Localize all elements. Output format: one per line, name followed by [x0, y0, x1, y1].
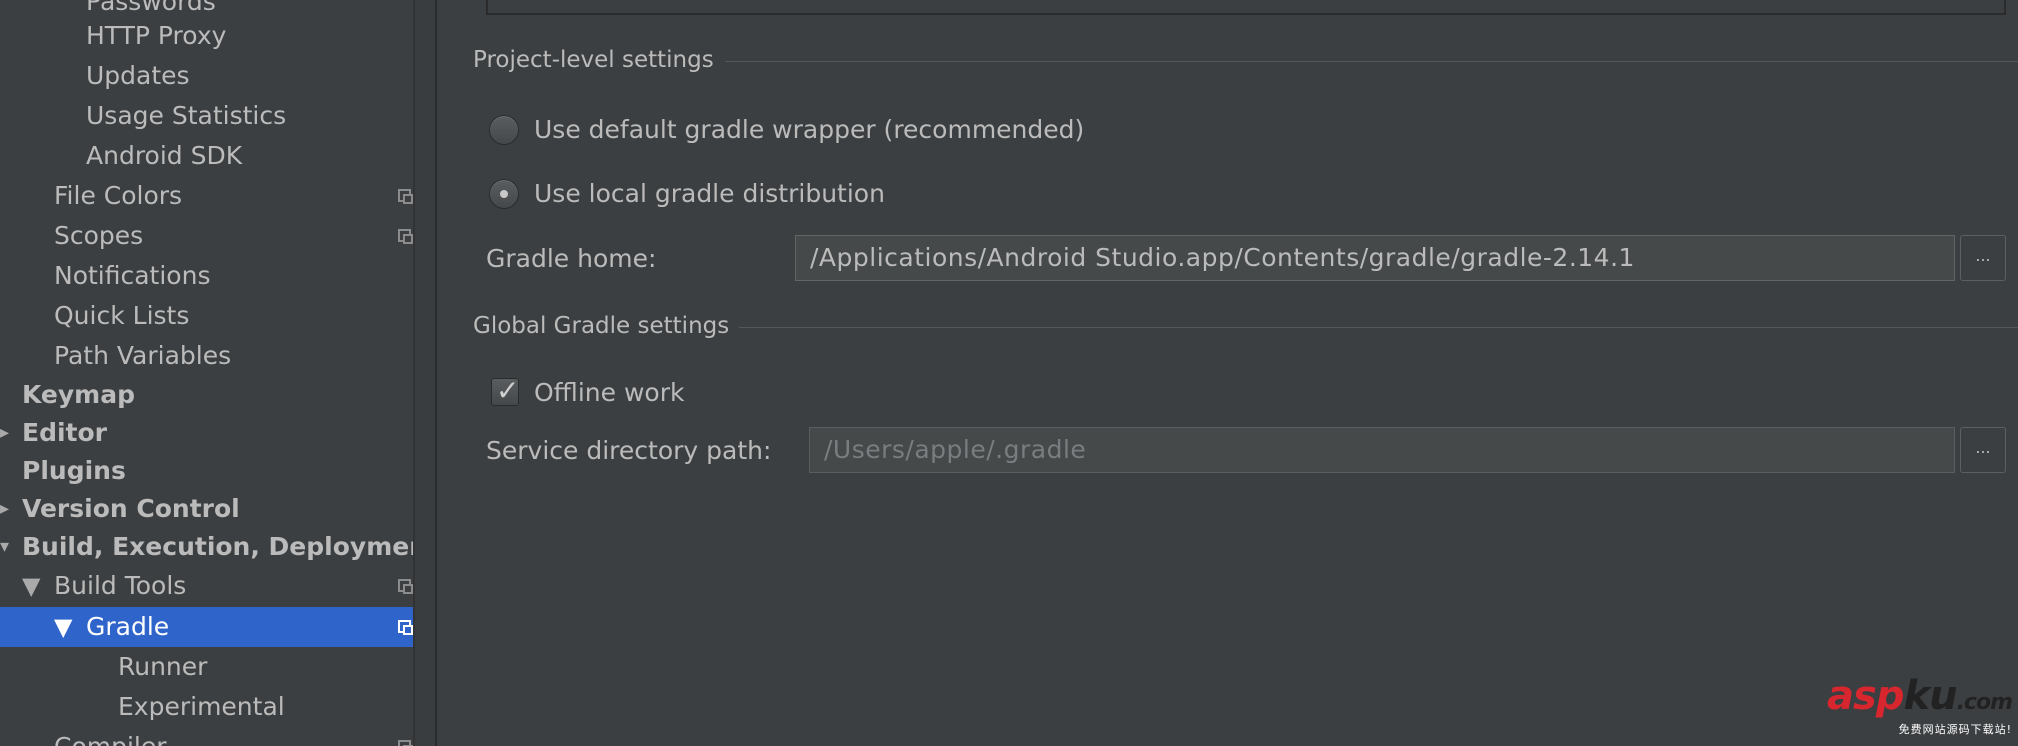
watermark-brand-part2: ku [1903, 673, 1957, 719]
collapse-arrow-icon[interactable]: ▼ [22, 566, 40, 606]
tree-item-notifications[interactable]: Notifications [0, 256, 413, 296]
project-settings-icon [398, 620, 413, 635]
tree-item-runner[interactable]: Runner [0, 647, 413, 687]
tree-item-compiler[interactable]: Compiler [0, 727, 413, 746]
tree-item-label: Quick Lists [54, 301, 190, 330]
tree-item-plugins[interactable]: Plugins [0, 451, 413, 491]
local-distribution-label[interactable]: Use local gradle distribution [534, 174, 885, 214]
tree-item-label: Build, Execution, Deployment [22, 532, 413, 561]
settings-sidebar: Passwords HTTP Proxy Updates Usage Stati… [0, 0, 413, 746]
tree-item-file-colors[interactable]: File Colors [0, 176, 413, 216]
tree-item-label: Android SDK [86, 141, 243, 170]
project-settings-icon [398, 189, 413, 204]
tree-item-version-control[interactable]: ▸ Version Control [0, 489, 413, 529]
tree-item-label: HTTP Proxy [86, 21, 227, 50]
tree-item-quick-lists[interactable]: Quick Lists [0, 296, 413, 336]
expand-arrow-icon[interactable]: ▸ [0, 489, 9, 529]
expand-arrow-icon[interactable]: ▸ [0, 413, 9, 453]
tree-item-label: Editor [22, 418, 107, 447]
tree-item-label: Scopes [54, 221, 144, 250]
project-settings-icon [398, 579, 413, 594]
tree-item-label: Experimental [118, 692, 285, 721]
tree-item-label: Version Control [22, 494, 240, 523]
watermark-logo: aspku.com 免费网站源码下载站! [1827, 673, 2013, 736]
project-settings-section: Project-level settings [473, 40, 2018, 80]
global-settings-section: Global Gradle settings [473, 306, 2018, 346]
project-settings-icon [398, 229, 413, 244]
tree-item-http-proxy[interactable]: HTTP Proxy [0, 16, 413, 56]
tree-item-android-sdk[interactable]: Android SDK [0, 136, 413, 176]
gradle-home-field[interactable]: /Applications/Android Studio.app/Content… [795, 235, 1955, 281]
tree-item-usage-statistics[interactable]: Usage Statistics [0, 96, 413, 136]
tree-item-gradle[interactable]: ▼ Gradle [0, 607, 413, 647]
local-distribution-radio[interactable] [489, 179, 519, 209]
tree-item-label: Plugins [22, 456, 126, 485]
service-directory-field[interactable]: /Users/apple/.gradle [809, 427, 1955, 473]
section-divider [725, 61, 2018, 62]
checkmark-icon: ✓ [496, 374, 520, 407]
tree-item-scopes[interactable]: Scopes [0, 216, 413, 256]
collapse-arrow-icon[interactable]: ▾ [0, 527, 9, 567]
watermark-brand-part3: .com [1956, 690, 2013, 715]
tree-item-updates[interactable]: Updates [0, 56, 413, 96]
collapse-arrow-icon[interactable]: ▼ [54, 607, 72, 647]
tree-item-label: Path Variables [54, 341, 232, 370]
tree-item-label: Build Tools [54, 571, 187, 600]
tree-item-path-variables[interactable]: Path Variables [0, 336, 413, 376]
section-title: Global Gradle settings [473, 313, 730, 339]
tree-item-label: Gradle [86, 612, 170, 641]
service-directory-label: Service directory path: [486, 436, 772, 465]
default-wrapper-radio[interactable] [489, 115, 519, 145]
splitter[interactable] [413, 0, 437, 746]
gradle-home-label: Gradle home: [486, 244, 657, 273]
default-wrapper-label[interactable]: Use default gradle wrapper (recommended) [534, 110, 1084, 150]
tree-item-keymap[interactable]: Keymap [0, 375, 413, 415]
offline-work-label[interactable]: Offline work [534, 373, 684, 413]
tree-item-build-execution-deployment[interactable]: ▾ Build, Execution, Deployment [0, 527, 413, 567]
tree-item-build-tools[interactable]: ▼ Build Tools [0, 566, 413, 606]
project-settings-icon [398, 740, 413, 746]
tree-item-label: Updates [86, 61, 190, 90]
tree-item-label: Keymap [22, 380, 136, 409]
section-title: Project-level settings [473, 47, 714, 73]
tree-item-label: Runner [118, 652, 208, 681]
gradle-home-browse-button[interactable]: ... [1960, 235, 2006, 281]
tree-item-label: File Colors [54, 181, 183, 210]
watermark-brand-part1: asp [1827, 673, 1904, 719]
service-directory-browse-button[interactable]: ... [1960, 427, 2006, 473]
offline-work-checkbox[interactable]: ✓ [491, 374, 519, 407]
tree-item-label: Usage Statistics [86, 101, 287, 130]
gradle-settings-panel: Project-level settings Use default gradl… [437, 0, 2018, 746]
watermark-tagline: 免费网站源码下载站! [1898, 723, 2012, 736]
top-panel-edge [486, 0, 2006, 15]
tree-item-label: Compiler [54, 727, 167, 746]
tree-item-experimental[interactable]: Experimental [0, 687, 413, 727]
tree-item-editor[interactable]: ▸ Editor [0, 413, 413, 453]
tree-item-label: Notifications [54, 261, 211, 290]
section-divider [739, 327, 2018, 328]
